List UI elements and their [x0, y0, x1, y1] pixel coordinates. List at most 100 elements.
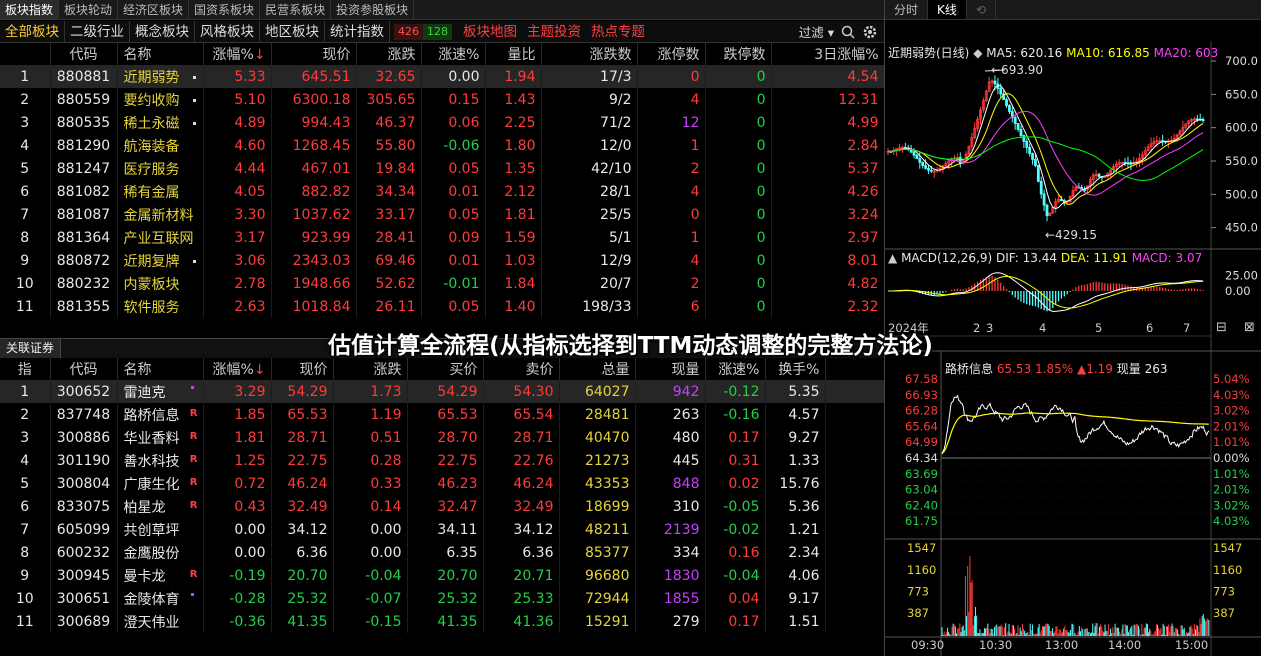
category-tab-3[interactable]: 风格板块: [195, 20, 260, 43]
cell-code: 881364: [50, 226, 118, 249]
table-row[interactable]: 8 881364 产业互联网 3.17 923.99 28.41 0.09 1.59 5/1 1 0…: [0, 226, 885, 249]
table-row[interactable]: 8 600232 金鹰股份 0.00 6.36 0.00 6.35 6.36 85377 334 0…: [0, 541, 886, 564]
col-header[interactable]: 换手%: [765, 358, 826, 380]
table-row[interactable]: 6 881082 稀有金属 4.05 882.82 34.34 0.01 2.12 28/1 4 0…: [0, 180, 885, 203]
col-header[interactable]: 涨速%: [421, 43, 486, 65]
category-tab-4[interactable]: 地区板块: [260, 20, 325, 43]
top-tab-3[interactable]: 国资系板块: [189, 0, 261, 19]
col-header[interactable]: 现量: [635, 358, 706, 380]
tab-intraday[interactable]: 分时: [885, 0, 929, 19]
category-tab-5[interactable]: 统计指数: [325, 20, 390, 43]
time-axis-label: 10:30: [979, 638, 1012, 652]
table-row[interactable]: 7 881087 金属新材料 3.30 1037.62 33.17 0.05 1.81 25/5…: [0, 203, 885, 226]
search-icon[interactable]: [840, 24, 856, 40]
top-tab-1[interactable]: 板块轮动: [59, 0, 119, 19]
cell-price: 467.01: [271, 157, 357, 180]
cell-speed: 0.31: [705, 449, 766, 472]
table-row[interactable]: 9 880872 近期复牌 3.06 2343.03 69.46 0.01 1.03 12/9 4…: [0, 249, 885, 272]
col-header[interactable]: 现价: [271, 43, 357, 65]
col-header[interactable]: 量比: [485, 43, 542, 65]
cell-chg: 1.81: [203, 426, 272, 449]
table-row[interactable]: 10 300651 金陵体育 -0.28 25.32 -0.07 25.32 25.33 729…: [0, 587, 886, 610]
hot-tab-0[interactable]: 板块地图: [458, 21, 522, 43]
table-row[interactable]: 6 833075 柏星龙 R 0.43 32.49 0.14 32.47 32.49 18699 3…: [0, 495, 886, 518]
high-label: ←693.90: [991, 63, 1043, 77]
volume-tick: 773: [907, 585, 929, 599]
refresh-icon[interactable]: ⟲: [967, 0, 996, 19]
col-header[interactable]: 指: [0, 358, 51, 380]
gear-icon[interactable]: [862, 24, 878, 40]
col-header[interactable]: 涨跌: [333, 358, 408, 380]
macd-dif: DIF: 13.44: [996, 251, 1057, 265]
zoom-in-icon[interactable]: ⊠: [1244, 320, 1255, 335]
cell-bid: 28.70: [407, 426, 484, 449]
col-header[interactable]: 涨跌数: [541, 43, 638, 65]
top-tab-5[interactable]: 投资参股板块: [331, 0, 415, 19]
date-axis-label: 2: [973, 321, 980, 335]
table-row[interactable]: 11 881355 软件服务 2.63 1018.84 26.11 0.05 1.40 198/…: [0, 295, 885, 318]
top-tab-0[interactable]: 板块指数: [0, 0, 60, 19]
hot-tab-2[interactable]: 热点专题: [586, 21, 650, 43]
col-header[interactable]: 跌停数: [705, 43, 772, 65]
cell-lu: 1: [637, 134, 706, 157]
candle-body: [1039, 180, 1043, 195]
cell-chg: -0.36: [203, 610, 272, 633]
filter-dropdown[interactable]: 过滤 ▾: [799, 22, 834, 41]
col-header[interactable]: 涨幅%↓: [203, 43, 272, 65]
table-row[interactable]: 3 300886 华业香料 R 1.81 28.71 0.51 28.70 28.71 40470…: [0, 426, 886, 449]
cell-ask: 32.49: [483, 495, 560, 518]
date-axis-label: 3: [986, 321, 993, 335]
chevron-up-icon[interactable]: ▲: [888, 251, 897, 265]
table-row[interactable]: 7 605099 共创草坪 0.00 34.12 0.00 34.11 34.12 48211 2…: [0, 518, 886, 541]
col-header[interactable]: 涨停数: [637, 43, 706, 65]
col-header[interactable]: 买价: [407, 358, 484, 380]
cell-diff: 55.80: [356, 134, 422, 157]
tab-kline[interactable]: K线: [928, 0, 967, 19]
table-row[interactable]: 2 837748 路桥信息 R 1.85 65.53 1.19 65.53 65.54 28481…: [0, 403, 886, 426]
table-row[interactable]: 1 300652 雷迪克 3.29 54.29 1.73 54.29 54.30 64027 94…: [0, 380, 886, 403]
col-header[interactable]: 代码: [50, 43, 118, 65]
table-row[interactable]: 4 301190 善水科技 R 1.25 22.75 0.28 22.75 22.76 21273…: [0, 449, 886, 472]
table-row[interactable]: 11 300689 澄天伟业 -0.36 41.35 -0.15 41.35 41.36 152…: [0, 610, 886, 633]
col-header[interactable]: 代码: [50, 358, 118, 380]
table-row[interactable]: 2 880559 要约收购 5.10 6300.18 305.65 0.15 1.43 9/2 4…: [0, 88, 885, 111]
candle-body: [1019, 129, 1023, 136]
tab-related-securities[interactable]: 关联证券: [0, 339, 62, 358]
cell-d3: 3.24: [771, 203, 885, 226]
candle-body: [1022, 135, 1026, 142]
cell-diff: 0.33: [333, 472, 408, 495]
category-tab-1[interactable]: 二级行业: [65, 20, 130, 43]
cell-ud: 5/1: [541, 226, 638, 249]
cell-name-wrap: 软件服务: [117, 295, 204, 318]
table-row[interactable]: 10 880232 内蒙板块 2.78 1948.66 52.62 -0.01 1.84 20/…: [0, 272, 885, 295]
col-header[interactable]: 名称: [117, 43, 204, 65]
table-row[interactable]: 4 881290 航海装备 4.60 1268.45 55.80 -0.06 1.80 12/0…: [0, 134, 885, 157]
zoom-out-icon[interactable]: ⊟: [1216, 320, 1227, 335]
price-tick-label: 600.0: [1225, 121, 1258, 135]
table-row[interactable]: 3 880535 稀土永磁 4.89 994.43 46.37 0.06 2.25 71/2 12…: [0, 111, 885, 134]
cell-code: 881355: [50, 295, 118, 318]
table-row[interactable]: 9 300945 曼卡龙 R -0.19 20.70 -0.04 20.70 20.71 9668…: [0, 564, 886, 587]
col-header[interactable]: 卖价: [483, 358, 560, 380]
table-row[interactable]: 1 880881 近期弱势 5.33 645.51 32.65 0.00 1.94 17/3 0 0…: [0, 65, 885, 88]
category-tab-2[interactable]: 概念板块: [130, 20, 195, 43]
col-header[interactable]: 名称: [117, 358, 204, 380]
col-header[interactable]: 3日涨幅%: [771, 43, 885, 65]
col-header[interactable]: 现价: [271, 358, 334, 380]
col-header[interactable]: 涨幅%↓: [203, 358, 272, 380]
cell-d3: 4.26: [771, 180, 885, 203]
top-tab-4[interactable]: 民营系板块: [260, 0, 332, 19]
col-header[interactable]: 总量: [559, 358, 636, 380]
cell-no: 1: [0, 380, 51, 403]
table-row[interactable]: 5 300804 广康生化 R 0.72 46.24 0.33 46.23 46.24 43353…: [0, 472, 886, 495]
candle-body: [1005, 99, 1008, 106]
category-tab-0[interactable]: 全部板块: [0, 20, 65, 43]
col-header-label: 换手%: [778, 362, 820, 378]
cell-name-wrap: 柏星龙 R: [117, 495, 204, 518]
table-row[interactable]: 5 881247 医疗服务 4.44 467.01 19.84 0.05 1.35 42/10 2…: [0, 157, 885, 180]
top-tab-2[interactable]: 经济区板块: [118, 0, 190, 19]
cell-code: 301190: [50, 449, 118, 472]
hot-tab-1[interactable]: 主题投资: [522, 21, 586, 43]
col-header[interactable]: 涨跌: [356, 43, 422, 65]
col-header[interactable]: 涨速%: [705, 358, 766, 380]
